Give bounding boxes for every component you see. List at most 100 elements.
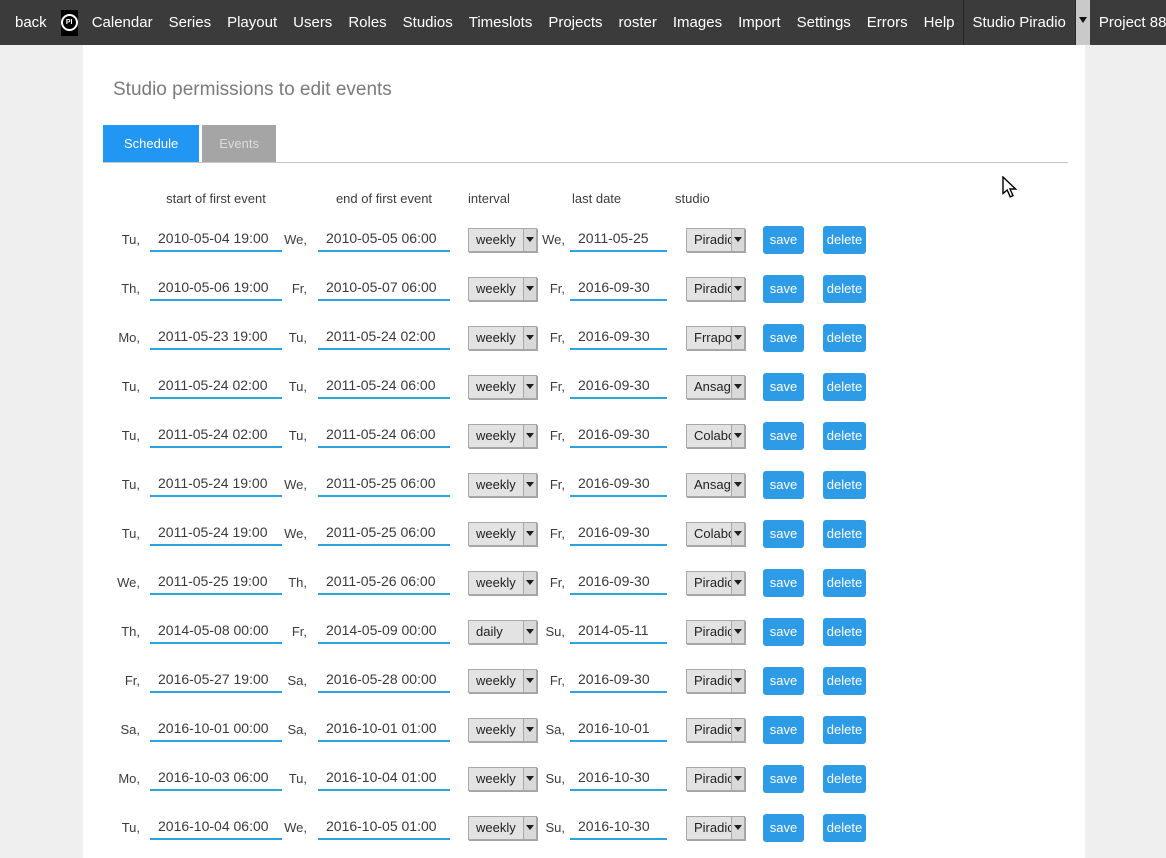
end-datetime-input[interactable] [318, 227, 450, 252]
studio-select[interactable]: Piradio [686, 620, 745, 644]
delete-button[interactable]: delete [823, 618, 866, 646]
studio-select-nav[interactable]: Studio Piradio [964, 0, 1090, 45]
studio-select[interactable]: Frrapo [686, 326, 745, 350]
delete-button[interactable]: delete [823, 814, 866, 842]
piradio-logo-icon[interactable]: PI [61, 10, 78, 36]
interval-select[interactable]: weekly [468, 718, 537, 742]
chevron-down-icon[interactable] [731, 523, 744, 545]
last-date-input[interactable] [570, 276, 667, 301]
studio-select[interactable]: Colabo [686, 424, 745, 448]
interval-select[interactable]: weekly [468, 571, 537, 595]
last-date-input[interactable] [570, 325, 667, 350]
end-datetime-input[interactable] [318, 472, 450, 497]
studio-select[interactable]: Piradio [686, 669, 745, 693]
project-select-nav[interactable]: Project 88vier [1090, 0, 1166, 45]
chevron-down-icon[interactable] [731, 719, 744, 741]
studio-select[interactable]: Piradio [686, 816, 745, 840]
save-button[interactable]: save [763, 226, 804, 254]
chevron-down-icon[interactable] [523, 572, 536, 594]
last-date-input[interactable] [570, 668, 667, 693]
chevron-down-icon[interactable] [523, 376, 536, 398]
interval-select[interactable]: weekly [468, 522, 537, 546]
start-datetime-input[interactable] [150, 276, 282, 301]
last-date-input[interactable] [570, 815, 667, 840]
chevron-down-icon[interactable] [1075, 0, 1090, 45]
last-date-input[interactable] [570, 374, 667, 399]
interval-select[interactable]: weekly [468, 669, 537, 693]
save-button[interactable]: save [763, 765, 804, 793]
nav-item-images[interactable]: Images [665, 14, 730, 31]
delete-button[interactable]: delete [823, 471, 866, 499]
nav-item-back[interactable]: back [7, 14, 55, 31]
chevron-down-icon[interactable] [523, 719, 536, 741]
tab-events[interactable]: Events [202, 125, 276, 162]
interval-select[interactable]: daily [468, 620, 537, 644]
end-datetime-input[interactable] [318, 570, 450, 595]
studio-select[interactable]: Piradio [686, 767, 745, 791]
save-button[interactable]: save [763, 667, 804, 695]
nav-item-settings[interactable]: Settings [789, 14, 859, 31]
chevron-down-icon[interactable] [731, 621, 744, 643]
nav-item-series[interactable]: Series [161, 14, 220, 31]
chevron-down-icon[interactable] [523, 523, 536, 545]
last-date-input[interactable] [570, 227, 667, 252]
save-button[interactable]: save [763, 373, 804, 401]
chevron-down-icon[interactable] [523, 425, 536, 447]
end-datetime-input[interactable] [318, 766, 450, 791]
save-button[interactable]: save [763, 618, 804, 646]
chevron-down-icon[interactable] [523, 229, 536, 251]
chevron-down-icon[interactable] [731, 768, 744, 790]
nav-item-studios[interactable]: Studios [395, 14, 461, 31]
chevron-down-icon[interactable] [523, 474, 536, 496]
nav-item-projects[interactable]: Projects [540, 14, 610, 31]
start-datetime-input[interactable] [150, 227, 282, 252]
start-datetime-input[interactable] [150, 325, 282, 350]
save-button[interactable]: save [763, 471, 804, 499]
start-datetime-input[interactable] [150, 766, 282, 791]
chevron-down-icon[interactable] [731, 670, 744, 692]
last-date-input[interactable] [570, 423, 667, 448]
delete-button[interactable]: delete [823, 520, 866, 548]
nav-item-help[interactable]: Help [916, 14, 963, 31]
start-datetime-input[interactable] [150, 619, 282, 644]
chevron-down-icon[interactable] [731, 817, 744, 839]
studio-select[interactable]: Ansage [686, 473, 745, 497]
last-date-input[interactable] [570, 570, 667, 595]
interval-select[interactable]: weekly [468, 326, 537, 350]
delete-button[interactable]: delete [823, 422, 866, 450]
chevron-down-icon[interactable] [523, 768, 536, 790]
interval-select[interactable]: weekly [468, 473, 537, 497]
nav-item-users[interactable]: Users [285, 14, 340, 31]
start-datetime-input[interactable] [150, 717, 282, 742]
end-datetime-input[interactable] [318, 325, 450, 350]
interval-select[interactable]: weekly [468, 816, 537, 840]
save-button[interactable]: save [763, 275, 804, 303]
chevron-down-icon[interactable] [731, 327, 744, 349]
delete-button[interactable]: delete [823, 667, 866, 695]
last-date-input[interactable] [570, 521, 667, 546]
interval-select[interactable]: weekly [468, 228, 537, 252]
chevron-down-icon[interactable] [731, 572, 744, 594]
start-datetime-input[interactable] [150, 815, 282, 840]
studio-select[interactable]: Ansage [686, 375, 745, 399]
save-button[interactable]: save [763, 520, 804, 548]
start-datetime-input[interactable] [150, 423, 282, 448]
last-date-input[interactable] [570, 472, 667, 497]
nav-item-calendar[interactable]: Calendar [84, 14, 161, 31]
tab-schedule[interactable]: Schedule [103, 125, 199, 162]
studio-select[interactable]: Piradio [686, 571, 745, 595]
studio-select[interactable]: Colabo [686, 522, 745, 546]
chevron-down-icon[interactable] [523, 621, 536, 643]
chevron-down-icon[interactable] [731, 474, 744, 496]
save-button[interactable]: save [763, 569, 804, 597]
start-datetime-input[interactable] [150, 668, 282, 693]
interval-select[interactable]: weekly [468, 375, 537, 399]
last-date-input[interactable] [570, 766, 667, 791]
chevron-down-icon[interactable] [731, 278, 744, 300]
start-datetime-input[interactable] [150, 374, 282, 399]
nav-item-import[interactable]: Import [730, 14, 789, 31]
delete-button[interactable]: delete [823, 716, 866, 744]
chevron-down-icon[interactable] [523, 670, 536, 692]
last-date-input[interactable] [570, 619, 667, 644]
nav-item-roles[interactable]: Roles [340, 14, 394, 31]
